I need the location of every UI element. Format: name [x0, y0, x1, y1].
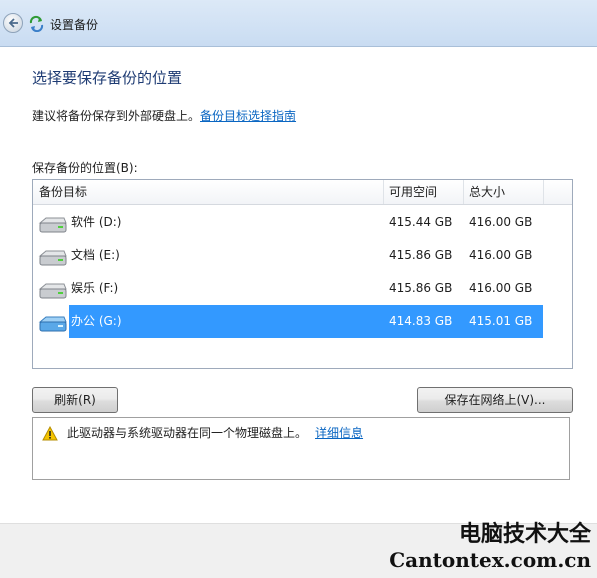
- location-label: 保存备份的位置(B):: [32, 161, 138, 175]
- back-arrow-icon: [8, 18, 18, 28]
- drive-row-d[interactable]: 软件 (D:) 415.44 GB 416.00 GB: [33, 206, 572, 239]
- backup-destination-list[interactable]: 备份目标 可用空间 总大小 软件 (D:) 415.44 GB 416.00 G…: [32, 179, 573, 369]
- drive-row-f[interactable]: 娱乐 (F:) 415.86 GB 416.00 GB: [33, 272, 572, 305]
- drive-total-size: 416.00 GB: [469, 281, 533, 295]
- drive-free-space: 415.86 GB: [389, 281, 453, 295]
- hard-drive-icon: [38, 316, 67, 332]
- column-divider[interactable]: [383, 180, 384, 204]
- drive-total-size: 416.00 GB: [469, 215, 533, 229]
- drive-row-e[interactable]: 文档 (E:) 415.86 GB 416.00 GB: [33, 239, 572, 272]
- page-heading: 选择要保存备份的位置: [32, 69, 183, 87]
- window-title: 设置备份: [50, 18, 99, 32]
- drive-total-size: 415.01 GB: [469, 314, 533, 328]
- save-on-network-button[interactable]: 保存在网络上(V)...: [417, 387, 573, 413]
- back-button[interactable]: [3, 13, 23, 33]
- advice-line: 建议将备份保存到外部硬盘上。备份目标选择指南: [32, 107, 296, 124]
- drive-row-g[interactable]: 办公 (G:) 414.83 GB 415.01 GB: [33, 305, 572, 338]
- column-header-total-size[interactable]: 总大小: [469, 180, 505, 204]
- list-header: 备份目标 可用空间 总大小: [33, 180, 572, 205]
- warning-message: 此驱动器与系统驱动器在同一个物理磁盘上。 详细信息: [67, 424, 363, 441]
- warning-text: 此驱动器与系统驱动器在同一个物理磁盘上。: [67, 426, 308, 440]
- watermark-url: Cantontex.com.cn: [389, 548, 591, 572]
- drive-free-space: 415.44 GB: [389, 215, 453, 229]
- column-divider[interactable]: [543, 180, 544, 204]
- column-header-free-space[interactable]: 可用空间: [389, 180, 437, 204]
- hard-drive-icon: [38, 217, 67, 233]
- backup-guide-link[interactable]: 备份目标选择指南: [200, 109, 296, 123]
- hard-drive-icon: [38, 283, 67, 299]
- title-bar: 设置备份: [0, 0, 597, 47]
- details-link[interactable]: 详细信息: [315, 426, 363, 440]
- advice-text: 建议将备份保存到外部硬盘上。: [32, 109, 201, 123]
- column-header-destination[interactable]: 备份目标: [39, 180, 87, 204]
- drive-name: 办公 (G:): [71, 314, 122, 328]
- watermark-title: 电脑技术大全: [458, 522, 591, 547]
- drive-free-space: 414.83 GB: [389, 314, 453, 328]
- backup-app-icon: [29, 15, 44, 32]
- warning-panel: 此驱动器与系统驱动器在同一个物理磁盘上。 详细信息: [32, 417, 570, 480]
- drive-name: 文档 (E:): [71, 248, 120, 262]
- drive-name: 娱乐 (F:): [71, 281, 119, 295]
- refresh-button[interactable]: 刷新(R): [32, 387, 118, 413]
- drive-free-space: 415.86 GB: [389, 248, 453, 262]
- warning-icon: [42, 426, 58, 441]
- drive-total-size: 416.00 GB: [469, 248, 533, 262]
- drive-name: 软件 (D:): [71, 215, 122, 229]
- column-divider[interactable]: [463, 180, 464, 204]
- hard-drive-icon: [38, 250, 67, 266]
